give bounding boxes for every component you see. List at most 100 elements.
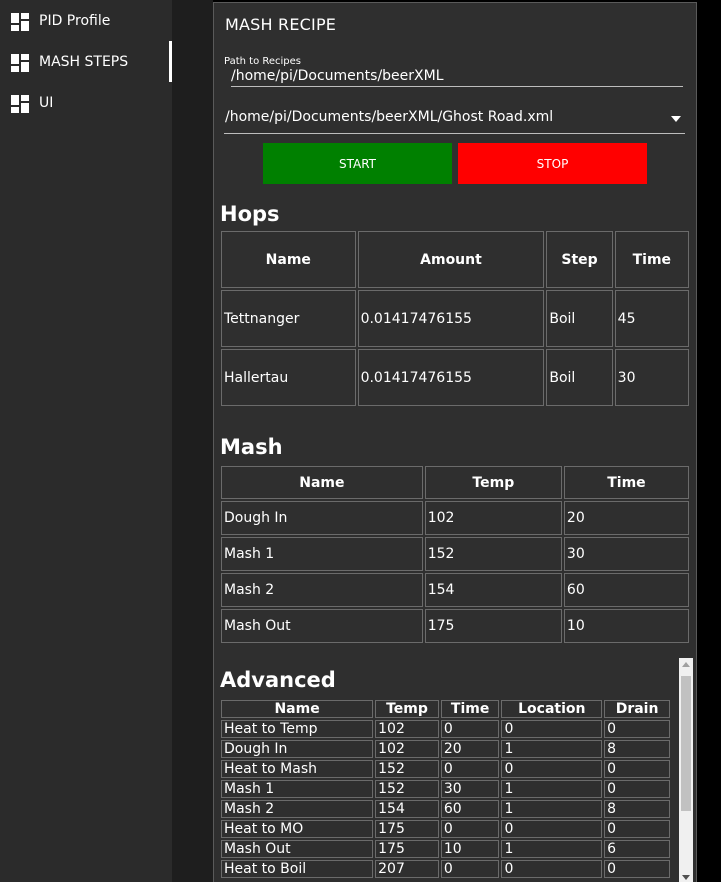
sidebar-item-mash-steps[interactable]: MASH STEPS [0, 41, 172, 82]
table-cell: 8 [604, 740, 670, 758]
sidebar-item-label: PID Profile [39, 12, 111, 29]
table-cell: 30 [614, 349, 689, 406]
table-cell: Tettnanger [221, 290, 356, 347]
table-cell: 10 [440, 840, 500, 858]
table-cell: 0.01417476155 [357, 290, 545, 347]
column-header: Name [221, 231, 356, 288]
table-cell: 0 [501, 760, 603, 778]
table-cell: 0 [604, 820, 670, 838]
table-cell: 0.01417476155 [357, 349, 545, 406]
scrollbar-thumb[interactable] [681, 676, 691, 811]
column-header: Drain [604, 700, 670, 718]
table-cell: 1 [501, 740, 603, 758]
table-cell: 175 [375, 840, 439, 858]
table-cell: 20 [563, 501, 689, 535]
caret-down-icon [671, 116, 681, 122]
mash-table: Name Temp Time Dough In 102 20 Mash 1 15… [219, 464, 691, 645]
sidebar-item-ui[interactable]: UI [0, 82, 172, 123]
table-cell: Boil [546, 349, 613, 406]
table-cell: 152 [375, 760, 439, 778]
table-cell: 60 [563, 573, 689, 607]
dashboard-grid-icon [11, 54, 29, 72]
advanced-table: Name Temp Time Location Drain Heat to Te… [219, 698, 672, 880]
mash-recipe-panel: MASH RECIPE Path to Recipes /home/pi/Doc… [213, 2, 697, 882]
table-cell: Mash 2 [221, 800, 374, 818]
advanced-scroll-area[interactable]: Advanced Name Temp Time Location Drain H… [214, 658, 696, 882]
table-row: Heat to Boil 207 0 0 0 [221, 860, 670, 878]
table-cell: 102 [424, 501, 562, 535]
table-cell: 30 [440, 780, 500, 798]
dashboard-grid-icon [11, 95, 29, 113]
recipe-select[interactable]: /home/pi/Documents/beerXML/Ghost Road.xm… [224, 104, 685, 134]
column-header: Name [221, 700, 374, 718]
column-header: Location [501, 700, 603, 718]
column-header: Step [546, 231, 613, 288]
hops-table: Name Amount Step Time Tettnanger 0.01417… [219, 229, 691, 408]
table-cell: 0 [501, 820, 603, 838]
table-cell: Heat to MO [221, 820, 374, 838]
start-button[interactable]: START [263, 143, 452, 184]
recipe-select-value: /home/pi/Documents/beerXML/Ghost Road.xm… [225, 109, 554, 125]
table-cell: Dough In [221, 740, 374, 758]
table-row: Mash 1 152 30 1 0 [221, 780, 670, 798]
column-header: Temp [424, 466, 562, 499]
table-cell: 0 [440, 760, 500, 778]
table-row: Mash Out 175 10 1 6 [221, 840, 670, 858]
scroll-up-arrow-icon[interactable] [682, 662, 690, 667]
table-row: Mash Out 175 10 [221, 609, 689, 643]
table-cell: 20 [440, 740, 500, 758]
column-header: Time [614, 231, 689, 288]
table-cell: 45 [614, 290, 689, 347]
table-cell: 0 [604, 720, 670, 738]
table-row: Tettnanger 0.01417476155 Boil 45 [221, 290, 689, 347]
table-cell: 1 [501, 840, 603, 858]
table-row: Mash 2 154 60 1 8 [221, 800, 670, 818]
table-cell: 8 [604, 800, 670, 818]
mash-title: Mash [220, 435, 283, 459]
path-input[interactable] [231, 65, 683, 87]
table-cell: 0 [440, 720, 500, 738]
table-cell: 30 [563, 537, 689, 571]
sidebar: PID Profile MASH STEPS UI [0, 0, 172, 882]
table-cell: 1 [501, 780, 603, 798]
table-row: Mash 2 154 60 [221, 573, 689, 607]
table-cell: 152 [424, 537, 562, 571]
table-row: Heat to MO 175 0 0 0 [221, 820, 670, 838]
column-header: Name [221, 466, 423, 499]
sidebar-item-label: UI [39, 94, 54, 111]
table-header-row: Name Amount Step Time [221, 231, 689, 288]
hops-title: Hops [220, 202, 280, 226]
table-cell: 102 [375, 740, 439, 758]
table-cell: Mash Out [221, 840, 374, 858]
vertical-scrollbar[interactable] [679, 658, 693, 882]
scroll-down-arrow-icon[interactable] [682, 875, 690, 880]
table-cell: Heat to Temp [221, 720, 374, 738]
advanced-title: Advanced [220, 668, 336, 692]
table-cell: 0 [440, 820, 500, 838]
table-cell: 0 [604, 760, 670, 778]
column-header: Temp [375, 700, 439, 718]
table-cell: 0 [604, 860, 670, 878]
table-cell: 0 [604, 780, 670, 798]
table-row: Heat to Temp 102 0 0 0 [221, 720, 670, 738]
table-cell: Boil [546, 290, 613, 347]
table-cell: 6 [604, 840, 670, 858]
table-cell: 152 [375, 780, 439, 798]
sidebar-item-pid-profile[interactable]: PID Profile [0, 0, 172, 41]
table-cell: Heat to Boil [221, 860, 374, 878]
table-cell: 207 [375, 860, 439, 878]
stop-button[interactable]: STOP [458, 143, 647, 184]
table-cell: 0 [440, 860, 500, 878]
table-header-row: Name Temp Time Location Drain [221, 700, 670, 718]
table-cell: Heat to Mash [221, 760, 374, 778]
column-header: Amount [357, 231, 545, 288]
table-row: Heat to Mash 152 0 0 0 [221, 760, 670, 778]
table-cell: 10 [563, 609, 689, 643]
table-cell: Mash 1 [221, 780, 374, 798]
table-cell: 175 [424, 609, 562, 643]
column-header: Time [440, 700, 500, 718]
table-cell: 175 [375, 820, 439, 838]
panel-title: MASH RECIPE [225, 15, 337, 34]
table-row: Mash 1 152 30 [221, 537, 689, 571]
column-header: Time [563, 466, 689, 499]
